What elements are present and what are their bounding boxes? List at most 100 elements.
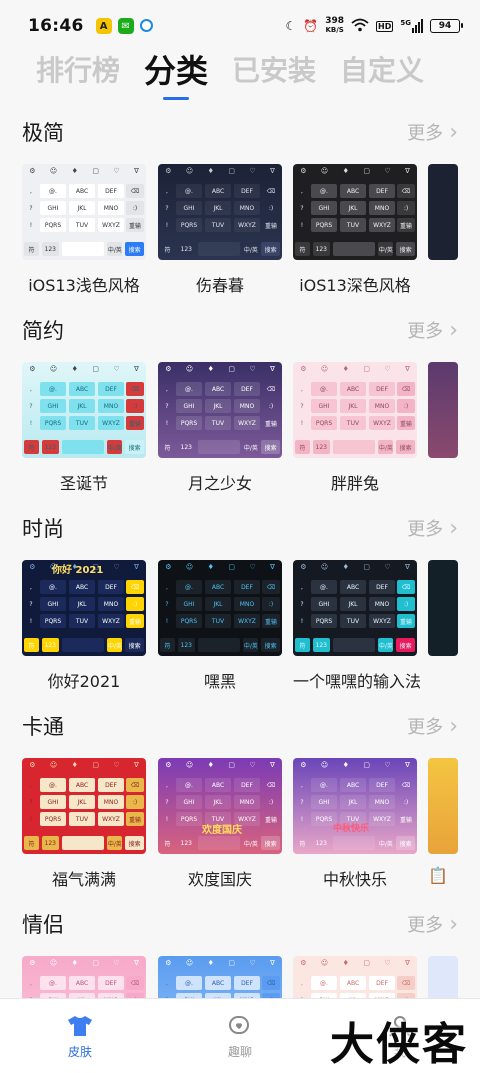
keyboard-key: PQRS (40, 416, 66, 430)
skin-thumbnail[interactable]: ⚙☺♦▢♡∇,?!@.ABCDEFGHIJKLMNOPQRSTUVWXYZ⌫:)… (293, 758, 417, 854)
keyboard-key: , (166, 385, 168, 393)
keyboard-key: 重输 (126, 812, 144, 826)
toolbar-glyph-icon: ▢ (228, 167, 235, 175)
skin-thumbnail[interactable]: ⚙☺♦▢♡∇,?!@.ABCDEFGHIJKLMNOPQRSTUVWXYZ⌫:)… (293, 164, 417, 260)
keyboard-key: 搜索 (396, 836, 415, 850)
keyboard-key: @. (311, 184, 337, 198)
tab-installed[interactable]: 已安装 (232, 48, 316, 94)
keyboard-key: :) (126, 201, 144, 215)
keyboard-key: TUV (340, 218, 366, 232)
skin-thumbnail[interactable]: ⚙☺♦▢♡∇,?!@.ABCDEFGHIJKLMNOPQRSTUVWXYZ⌫:)… (158, 362, 282, 458)
toolbar-glyph-icon: ▢ (228, 761, 235, 769)
keyboard-key: 中/英 (107, 836, 123, 850)
skin-card-partial[interactable] (428, 164, 458, 260)
keyboard-key: GHI (311, 201, 337, 215)
toolbar-glyph-icon: ⚙ (165, 761, 172, 769)
skin-card[interactable]: ⚙☺♦▢♡∇,?!@.ABCDEFGHIJKLMNOPQRSTUVWXYZ⌫:)… (158, 560, 282, 692)
more-link[interactable]: 更多 › (407, 119, 458, 145)
skin-card-partial[interactable] (428, 362, 458, 458)
skin-card[interactable]: ⚙☺♦▢♡∇,?!@.ABCDEFGHIJKLMNOPQRSTUVWXYZ⌫:)… (22, 758, 146, 890)
keyboard-toolbar: ⚙ ☺ ♦ ▢ ♡ ∇ (158, 956, 282, 970)
keyboard-key: ? (300, 600, 304, 608)
section-title: 情侣 (22, 913, 64, 937)
keyboard-toolbar: ⚙ ☺ ♦ ▢ ♡ ∇ (158, 362, 282, 376)
tab-ranking[interactable]: 排行榜 (36, 48, 120, 94)
keyboard-key (332, 638, 376, 652)
skin-thumbnail[interactable]: ⚙☺♦▢♡∇,?!@.ABCDEFGHIJKLMNOPQRSTUVWXYZ⌫:)… (293, 362, 417, 458)
more-link[interactable]: 更多 › (407, 911, 458, 937)
section-title: 卡通 (22, 715, 64, 739)
nav-label: 皮肤 (67, 1044, 92, 1059)
skin-card[interactable]: ⚙☺♦▢♡∇,?!@.ABCDEFGHIJKLMNOPQRSTUVWXYZ⌫:)… (293, 164, 417, 296)
toolbar-glyph-icon: ∇ (405, 959, 410, 967)
skin-card[interactable]: ⚙☺♦▢♡∇,?!@.ABCDEFGHIJKLMNOPQRSTUVWXYZ⌫:)… (22, 560, 146, 692)
skin-name: 一个嘿嘿的输入法 (293, 672, 422, 691)
keyboard-key: WXYZ (98, 218, 124, 232)
keyboard-key: GHI (40, 201, 66, 215)
keyboard-key: DEF (98, 778, 124, 792)
keyboard-key: ABC (340, 580, 366, 594)
skin-card-partial[interactable]: 📋 (428, 758, 458, 885)
skin-thumbnail[interactable] (428, 758, 458, 854)
chevron-right-icon: › (449, 911, 458, 937)
keyboard-key: JKL (340, 795, 366, 809)
skin-card[interactable]: ⚙☺♦▢♡∇,?!@.ABCDEFGHIJKLMNOPQRSTUVWXYZ⌫:)… (158, 758, 282, 890)
keyboard-punctuation-column: ,?! (24, 382, 38, 433)
toolbar-glyph-icon: ∇ (405, 563, 410, 571)
more-link[interactable]: 更多 › (407, 713, 458, 739)
keyboard-key: 中/英 (378, 242, 394, 256)
tab-category[interactable]: 分类 (144, 48, 208, 100)
skin-card[interactable]: ⚙☺♦▢♡∇,?!@.ABCDEFGHIJKLMNOPQRSTUVWXYZ⌫:)… (293, 758, 417, 890)
skin-thumbnail[interactable]: ⚙☺♦▢♡∇,?!@.ABCDEFGHIJKLMNOPQRSTUVWXYZ⌫:)… (293, 560, 417, 656)
tab-custom[interactable]: 自定义 (340, 48, 424, 94)
skin-thumbnail[interactable]: ⚙☺♦▢♡∇,?!@.ABCDEFGHIJKLMNOPQRSTUVWXYZ⌫:)… (22, 164, 146, 260)
skin-name: 伤春暮 (195, 276, 244, 295)
keyboard-key: ? (165, 204, 169, 212)
skin-name: 胖胖兔 (330, 474, 379, 493)
keyboard-keys: @.ABCDEFGHIJKLMNOPQRSTUVWXYZ (311, 778, 395, 826)
keyboard-function-column: ⌫:) 重输 (397, 778, 415, 829)
keyboard-key: , (30, 583, 32, 591)
toolbar-glyph-icon: ∇ (405, 761, 410, 769)
keyboard-key: ? (29, 204, 33, 212)
toolbar-glyph-icon: ♦ (207, 365, 214, 373)
skin-card-partial[interactable] (428, 560, 458, 656)
skin-card[interactable]: ⚙☺♦▢♡∇,?!@.ABCDEFGHIJKLMNOPQRSTUVWXYZ⌫:)… (22, 362, 146, 494)
skin-thumbnail[interactable]: ⚙☺♦▢♡∇,?!@.ABCDEFGHIJKLMNOPQRSTUVWXYZ⌫:)… (158, 560, 282, 656)
keyboard-key: MNO (234, 795, 260, 809)
nav-skins[interactable]: 皮肤 (0, 999, 160, 1073)
skin-card[interactable]: ⚙☺♦▢♡∇,?!@.ABCDEFGHIJKLMNOPQRSTUVWXYZ⌫:)… (22, 164, 146, 296)
nav-chat[interactable]: 趣聊 (160, 999, 320, 1073)
skin-thumbnail[interactable]: ⚙☺♦▢♡∇,?!@.ABCDEFGHIJKLMNOPQRSTUVWXYZ⌫:)… (22, 758, 146, 854)
keyboard-key: TUV (69, 812, 95, 826)
skin-card[interactable]: ⚙☺♦▢♡∇,?!@.ABCDEFGHIJKLMNOPQRSTUVWXYZ⌫:)… (293, 560, 422, 692)
keyboard-key (197, 440, 241, 454)
skin-thumbnail[interactable]: ⚙☺♦▢♡∇,?!@.ABCDEFGHIJKLMNOPQRSTUVWXYZ⌫:)… (22, 560, 146, 656)
more-link[interactable]: 更多 › (407, 317, 458, 343)
keyboard-key (332, 836, 376, 850)
keyboard-key: 符 (24, 242, 39, 256)
skin-thumbnail[interactable] (428, 560, 458, 656)
skin-thumbnail[interactable]: ⚙☺♦▢♡∇,?!@.ABCDEFGHIJKLMNOPQRSTUVWXYZ⌫:)… (22, 362, 146, 458)
keyboard-bottom-row: 符123中/英搜索 (24, 242, 144, 256)
toolbar-glyph-icon: ∇ (270, 563, 275, 571)
skin-card[interactable]: ⚙☺♦▢♡∇,?!@.ABCDEFGHIJKLMNOPQRSTUVWXYZ⌫:)… (158, 164, 282, 296)
skin-thumbnail[interactable] (428, 362, 458, 458)
keyboard-keys: @.ABCDEFGHIJKLMNOPQRSTUVWXYZ (311, 580, 395, 628)
keyboard-key: @. (176, 184, 202, 198)
skin-thumbnail[interactable] (428, 164, 458, 260)
skin-thumbnail[interactable]: ⚙☺♦▢♡∇,?!@.ABCDEFGHIJKLMNOPQRSTUVWXYZ⌫:)… (158, 164, 282, 260)
keyboard-key: :) (403, 798, 409, 806)
more-link[interactable]: 更多 › (407, 515, 458, 541)
keyboard-bottom-row: 符123中/英搜索 (160, 440, 280, 454)
skin-thumbnail[interactable]: ⚙☺♦▢♡∇,?!@.ABCDEFGHIJKLMNOPQRSTUVWXYZ⌫:)… (158, 758, 282, 854)
toolbar-glyph-icon: ♦ (207, 761, 214, 769)
keyboard-key: DEF (369, 580, 395, 594)
keyboard-punctuation-column: ,?! (24, 184, 38, 235)
skin-card[interactable]: ⚙☺♦▢♡∇,?!@.ABCDEFGHIJKLMNOPQRSTUVWXYZ⌫:)… (158, 362, 282, 494)
skin-card[interactable]: ⚙☺♦▢♡∇,?!@.ABCDEFGHIJKLMNOPQRSTUVWXYZ⌫:)… (293, 362, 417, 494)
keyboard-key: @. (40, 184, 66, 198)
keyboard-key (197, 638, 241, 652)
keyboard-key: ? (165, 798, 169, 806)
status-bar: 16:46 A ✉ ☾ ⏰ 398 KB/S HD 5G 94 (0, 0, 480, 52)
